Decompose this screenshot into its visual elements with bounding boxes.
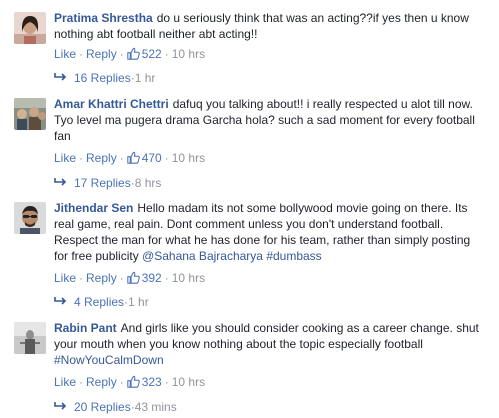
comment-actions: Like · Reply · 522 · 10 hrs <box>54 47 206 61</box>
like-link[interactable]: Like <box>54 151 76 165</box>
comment-actions: Like · Reply · 470 · 10 hrs <box>54 151 206 165</box>
thumbs-up-icon <box>126 375 140 388</box>
view-replies[interactable]: 17 Replies·8 hrs <box>54 175 161 191</box>
comment-actions: Like · Reply · 323 · 10 hrs <box>54 375 206 389</box>
reply-link[interactable]: Reply <box>86 271 117 285</box>
like-count[interactable]: 522 <box>126 47 162 61</box>
avatar[interactable] <box>14 322 46 354</box>
replies-time: 1 hr <box>134 71 156 85</box>
thumbs-up-icon <box>126 271 140 284</box>
comment-time[interactable]: 10 hrs <box>172 375 205 389</box>
replies-time: 8 hrs <box>134 176 162 190</box>
reply-arrow-icon <box>54 297 67 305</box>
reply-link[interactable]: Reply <box>86 151 117 165</box>
like-count[interactable]: 392 <box>126 271 162 285</box>
avatar[interactable] <box>14 12 46 44</box>
comment-author[interactable]: Amar Khattri Chettri <box>54 97 169 111</box>
comment-time[interactable]: 10 hrs <box>172 271 205 285</box>
comment-author[interactable]: Jithendar Sen <box>54 201 133 215</box>
comment-body: Pratima Shrestha do u seriously think tha… <box>54 10 486 42</box>
replies-count[interactable]: 17 Replies <box>74 176 131 190</box>
mention-link[interactable]: @Sahana Bajracharya <box>142 249 263 263</box>
view-replies[interactable]: 16 Replies·1 hr <box>54 70 155 86</box>
avatar[interactable] <box>14 98 46 130</box>
hashtag-link[interactable]: #NowYouCalmDown <box>54 353 164 367</box>
like-link[interactable]: Like <box>54 271 76 285</box>
reply-arrow-icon <box>54 73 67 81</box>
like-count[interactable]: 323 <box>126 375 162 389</box>
comment-author[interactable]: Rabin Pant <box>54 321 117 335</box>
comment-body: Amar Khattri Chettri dafuq you talking ab… <box>54 96 486 144</box>
comment-time[interactable]: 10 hrs <box>172 47 205 61</box>
comment-body: Rabin Pant And girls like you should cons… <box>54 320 486 368</box>
view-replies[interactable]: 20 Replies·43 mins <box>54 399 177 415</box>
reply-arrow-icon <box>54 402 67 410</box>
thumbs-up-icon <box>126 151 140 164</box>
comment-body: Jithendar Sen Hello madam its not some bo… <box>54 200 486 264</box>
comment-author[interactable]: Pratima Shrestha <box>54 11 153 25</box>
view-replies[interactable]: 4 Replies·1 hr <box>54 294 149 310</box>
reply-link[interactable]: Reply <box>86 375 117 389</box>
replies-count[interactable]: 20 Replies <box>74 400 131 414</box>
replies-count[interactable]: 4 Replies <box>74 295 124 309</box>
replies-time: 1 hr <box>128 295 149 309</box>
comment-text: And girls like you should consider cooki… <box>54 321 479 351</box>
reply-link[interactable]: Reply <box>86 47 117 61</box>
replies-count[interactable]: 16 Replies <box>74 71 131 85</box>
like-link[interactable]: Like <box>54 47 76 61</box>
like-count[interactable]: 470 <box>126 151 162 165</box>
replies-time: 43 mins <box>134 400 177 414</box>
reply-arrow-icon <box>54 178 67 186</box>
avatar[interactable] <box>14 202 46 234</box>
comment-time[interactable]: 10 hrs <box>172 151 205 165</box>
like-link[interactable]: Like <box>54 375 76 389</box>
hashtag-link[interactable]: #dumbass <box>266 249 321 263</box>
comment-actions: Like · Reply · 392 · 10 hrs <box>54 271 206 285</box>
thumbs-up-icon <box>126 47 140 60</box>
